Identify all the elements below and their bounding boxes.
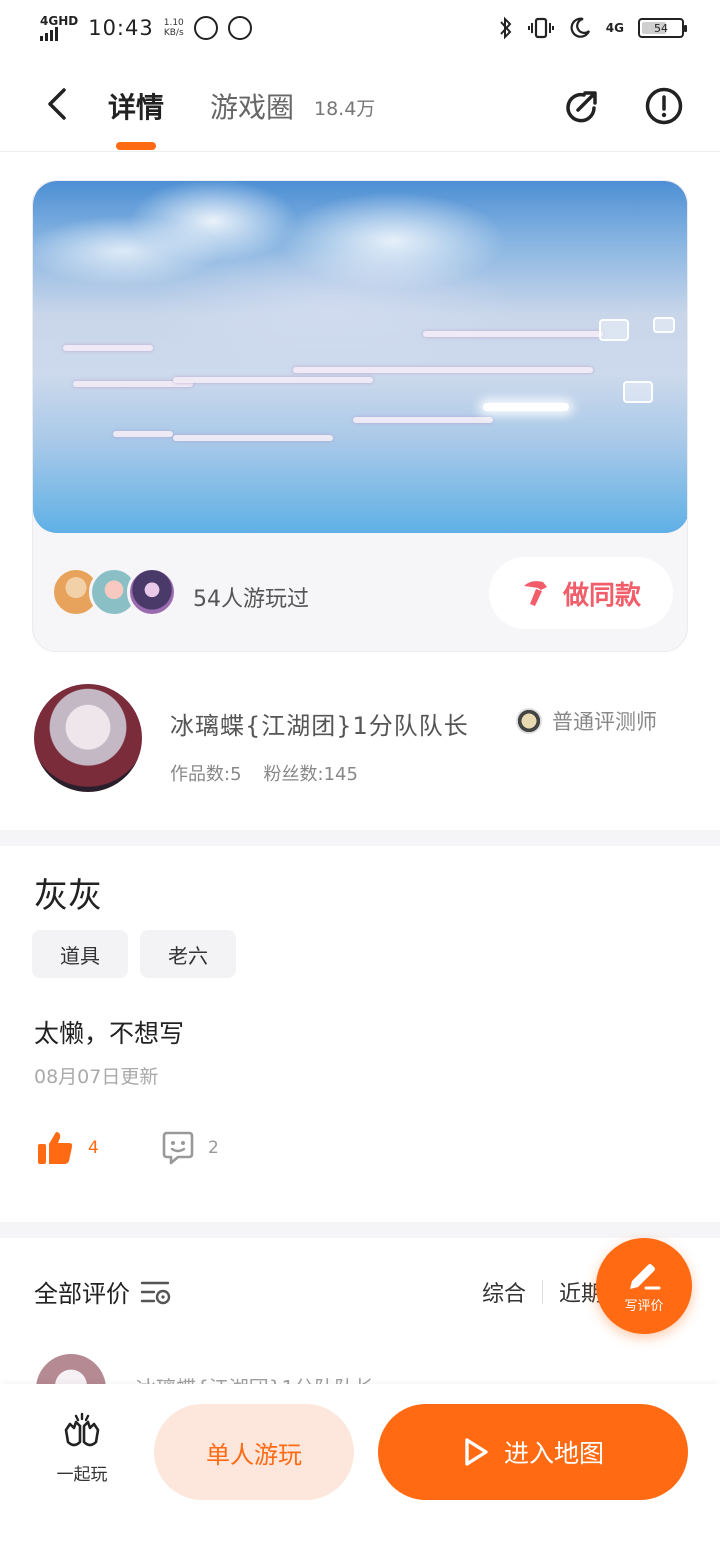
divider: [0, 830, 720, 846]
players-count: 54人游玩过: [193, 587, 309, 612]
clock: 10:43: [88, 16, 154, 40]
bottom-action-bar: 一起玩 单人游玩 进入地图: [0, 1384, 720, 1544]
moon-icon: [570, 17, 590, 38]
badge-icon: [516, 708, 542, 734]
hero-footer: 54人游玩过 做同款: [33, 533, 687, 651]
sort-comprehensive[interactable]: 综合: [482, 1276, 526, 1308]
write-review-button[interactable]: 写评价: [596, 1238, 692, 1334]
author-section[interactable]: 冰璃蝶{江湖团}1分队队长 普通评测师 作品数:5 粉丝数:145: [0, 676, 720, 816]
screen: 4GHD 10:43 1.10 KB/s 4G 54 详情 游戏圈 18.4万 …: [0, 0, 720, 1544]
vibrate-icon: [527, 17, 554, 39]
tab-detail[interactable]: 详情: [108, 86, 164, 126]
write-review-label: 写评价: [624, 1298, 664, 1314]
hammer-icon: [523, 581, 547, 606]
report-button[interactable]: [644, 86, 684, 126]
network-type-right: 4G: [605, 21, 624, 35]
make-same-label: 做同款: [562, 580, 641, 611]
enter-map-button[interactable]: 进入地图: [378, 1404, 688, 1500]
pen-icon: [630, 1263, 661, 1289]
enter-map-label: 进入地图: [503, 1439, 604, 1468]
player-avatars[interactable]: [51, 567, 181, 619]
battery-icon: 54: [638, 18, 687, 38]
back-button[interactable]: [40, 86, 76, 122]
author-avatar[interactable]: [34, 684, 142, 792]
play-together-label: 一起玩: [56, 1465, 108, 1485]
game-description: 太懒，不想写: [34, 1019, 185, 1048]
reviews-title: 全部评价: [34, 1280, 130, 1308]
tag-item[interactable]: 老六: [140, 930, 236, 978]
play-icon: [465, 1438, 488, 1466]
works-count: 作品数:5: [170, 764, 242, 785]
fans-count: 粉丝数:145: [263, 764, 358, 785]
author-name[interactable]: 冰璃蝶{江湖团}1分队队长: [170, 706, 469, 741]
comment-button[interactable]: 2: [160, 1130, 219, 1166]
divider: [0, 1222, 720, 1238]
signal-bars-icon: [40, 27, 78, 41]
tab-game-circle[interactable]: 游戏圈: [210, 86, 294, 126]
like-button[interactable]: 4: [36, 1130, 99, 1166]
filter-icon[interactable]: [140, 1278, 172, 1306]
signal-indicator: 4GHD: [40, 15, 78, 41]
tag-item[interactable]: 道具: [32, 930, 128, 978]
solo-play-button[interactable]: 单人游玩: [154, 1404, 354, 1500]
speed-gauge-icon: [227, 16, 252, 40]
updated-date: 08月07日更新: [34, 1066, 159, 1088]
share-button[interactable]: [562, 86, 604, 128]
battery-level: 54: [654, 21, 668, 35]
bluetooth-icon: [500, 16, 512, 40]
make-same-button[interactable]: 做同款: [489, 557, 673, 629]
high-five-icon: [64, 1412, 100, 1447]
tag-list: 道具 老六: [32, 930, 236, 978]
author-stats: 作品数:5 粉丝数:145: [170, 760, 358, 786]
play-together-button[interactable]: 一起玩: [40, 1412, 124, 1485]
game-title: 灰灰: [34, 876, 102, 916]
like-count: 4: [88, 1138, 99, 1158]
map-preview-image[interactable]: [33, 181, 687, 533]
sort-options: 综合 近期: [482, 1276, 603, 1308]
game-circle-count: 18.4万: [314, 98, 376, 120]
avatar: [127, 567, 177, 617]
comment-icon: [162, 1131, 194, 1165]
top-nav: 详情 游戏圈 18.4万: [0, 56, 720, 152]
status-bar: 4GHD 10:43 1.10 KB/s 4G 54: [0, 0, 720, 56]
comment-count: 2: [208, 1138, 219, 1158]
data-saver-icon: [193, 16, 218, 40]
network-speed: 1.10 KB/s: [163, 18, 184, 38]
tab-indicator: [116, 142, 156, 150]
network-type: 4GHD: [40, 14, 79, 28]
reviewer-badge: 普通评测师: [516, 706, 657, 736]
reviews-header: 全部评价: [34, 1274, 172, 1309]
thumbs-up-icon: [38, 1132, 73, 1164]
map-preview-card: 54人游玩过 做同款: [32, 180, 688, 652]
